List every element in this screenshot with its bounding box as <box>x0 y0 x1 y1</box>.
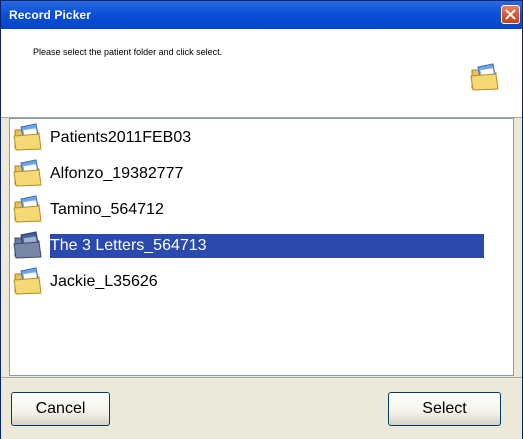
record-picker-window: Record Picker Please select the patient … <box>0 0 523 439</box>
list-item-label: Tamino_564712 <box>50 201 164 218</box>
folder-icon <box>13 267 42 295</box>
folder-icon <box>470 63 499 91</box>
cancel-button[interactable]: Cancel <box>11 392 110 426</box>
list-item[interactable]: Alfonzo_19382777 <box>10 155 513 191</box>
dialog-footer: Cancel Select <box>1 377 522 439</box>
list-item-selected[interactable]: The 3 Letters_564713 <box>10 227 513 263</box>
list-item-label: Alfonzo_19382777 <box>50 165 184 182</box>
close-button[interactable] <box>501 5 520 24</box>
folder-icon <box>13 159 42 187</box>
list-item-label: The 3 Letters_564713 <box>50 234 484 258</box>
list-item[interactable]: Tamino_564712 <box>10 191 513 227</box>
select-button[interactable]: Select <box>388 392 501 426</box>
folder-icon <box>13 123 42 151</box>
window-title: Record Picker <box>9 8 92 22</box>
folder-icon <box>13 231 42 259</box>
list-item[interactable]: Jackie_L35626 <box>10 263 513 299</box>
instruction-text: Please select the patient folder and cli… <box>33 47 223 57</box>
list-item[interactable]: Patients2011FEB03 <box>10 119 513 155</box>
folder-list[interactable]: Patients2011FEB03 Alfonzo_19382777 Tamin… <box>9 118 514 376</box>
title-bar[interactable]: Record Picker <box>1 1 522 29</box>
folder-icon <box>13 195 42 223</box>
list-item-label: Patients2011FEB03 <box>50 129 192 146</box>
close-icon <box>505 9 516 20</box>
dialog-header: Please select the patient folder and cli… <box>1 29 522 118</box>
list-item-label: Jackie_L35626 <box>50 273 158 290</box>
